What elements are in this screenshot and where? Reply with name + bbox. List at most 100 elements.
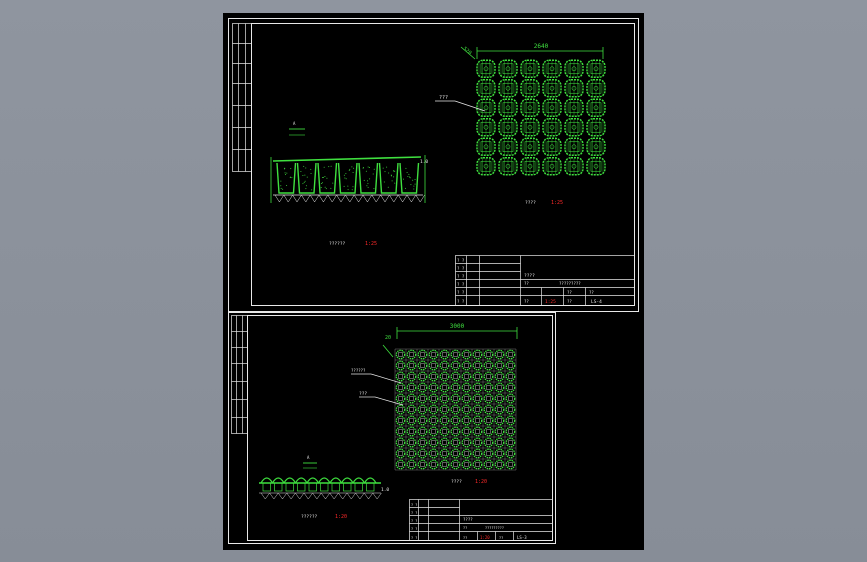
section-pit <box>359 163 378 193</box>
plan-pit <box>484 449 492 457</box>
plan-pit <box>484 350 492 358</box>
sheet-2-leader-text-2: ??? <box>359 391 367 397</box>
plan-pit <box>451 449 459 457</box>
plan-pit <box>506 394 514 402</box>
sheet-1-tb-label: ?? <box>524 281 529 286</box>
plan-pit <box>462 460 470 468</box>
sheet-1-section-pits <box>271 155 425 203</box>
plan-pit <box>506 449 514 457</box>
plan-pit <box>477 80 495 97</box>
plan-pit <box>495 394 503 402</box>
section-pit <box>298 163 317 193</box>
plan-pit <box>418 394 426 402</box>
sheet-2-tb-number: LS-3 <box>517 535 527 540</box>
plan-pit <box>521 80 539 97</box>
plan-pit <box>499 138 517 155</box>
plan-pit <box>484 394 492 402</box>
plan-pit <box>495 427 503 435</box>
plan-pit <box>407 460 415 468</box>
plan-pit <box>495 361 503 369</box>
plan-pit <box>429 350 437 358</box>
plan-pit <box>473 438 481 446</box>
plan-pit <box>462 383 470 391</box>
plan-pit <box>451 438 459 446</box>
sheet-1-plan-scale: 1:25 <box>551 200 563 206</box>
plan-pit <box>495 449 503 457</box>
sheet-1-dim-top-text: 2640 <box>534 43 549 50</box>
sheet-1-binding-strip <box>233 24 252 172</box>
sheet-2-tb-drawing-title: ????????? <box>485 526 504 530</box>
sheet-1-section-caption: ?????? <box>329 241 346 247</box>
plan-pit <box>440 449 448 457</box>
sheet-2-tb-row-5: ? ? <box>411 536 417 540</box>
plan-pit <box>407 361 415 369</box>
plan-pit <box>440 438 448 446</box>
plan-pit <box>462 438 470 446</box>
plan-pit <box>499 119 517 136</box>
sheet-2-tb-row-2: ? ? <box>411 511 417 515</box>
plan-pit <box>473 350 481 358</box>
sheet-1-tb-sheet-label: ?? <box>567 290 572 295</box>
plan-pit <box>396 416 404 424</box>
plan-pit <box>477 119 495 136</box>
plan-pit <box>495 416 503 424</box>
section-pit <box>296 478 308 491</box>
plan-pit <box>451 361 459 369</box>
plan-pit <box>407 405 415 413</box>
plan-pit <box>429 449 437 457</box>
sheet-1-section-view: A 1.0 <box>271 121 428 203</box>
sheet-2-tb-scale-label: ?? <box>463 536 467 540</box>
plan-pit <box>521 60 539 77</box>
plan-pit <box>521 99 539 116</box>
plan-pit <box>462 372 470 380</box>
plan-pit <box>451 372 459 380</box>
section-pit <box>353 478 365 491</box>
plan-pit <box>462 394 470 402</box>
sheet-2-plan-grid <box>395 349 516 470</box>
plan-pit <box>477 138 495 155</box>
plan-pit <box>429 405 437 413</box>
sheet-2-tb-row-1: ? ? <box>411 503 417 507</box>
plan-pit <box>495 460 503 468</box>
plan-pit <box>407 372 415 380</box>
plan-pit <box>506 372 514 380</box>
plan-pit <box>506 438 514 446</box>
sheet-1-title-block: ? ? ? ? ? ? ? ? ? ? ? ? ???? ?? ????????… <box>456 256 635 306</box>
plan-pit <box>440 394 448 402</box>
plan-pit <box>477 99 495 116</box>
plan-pit <box>506 361 514 369</box>
sheet-2-section-view: A 1.0 <box>259 455 389 499</box>
sheet-1-tb-number: LS-4 <box>591 299 602 305</box>
plan-pit <box>418 350 426 358</box>
plan-pit <box>473 372 481 380</box>
plan-pit <box>543 138 561 155</box>
plan-pit <box>484 460 492 468</box>
plan-pit <box>396 438 404 446</box>
section-pit <box>342 478 354 491</box>
plan-pit <box>473 460 481 468</box>
plan-pit <box>473 427 481 435</box>
plan-pit <box>396 361 404 369</box>
section-pit <box>277 163 296 193</box>
section-pit <box>330 478 342 491</box>
section-pit <box>318 163 337 193</box>
section-pit <box>365 478 377 491</box>
sheet-1-tb-drawing-title: ????????? <box>559 281 581 286</box>
sheet-2-binding-strip <box>232 316 248 434</box>
plan-pit <box>429 460 437 468</box>
plan-pit <box>506 416 514 424</box>
plan-pit <box>506 383 514 391</box>
plan-pit <box>484 438 492 446</box>
plan-pit <box>440 350 448 358</box>
drawing-viewport[interactable]: 2640 520 ??? ???? 1:25 A 1.0 ?????? 1:25 <box>223 13 644 550</box>
plan-pit <box>484 427 492 435</box>
plan-pit <box>418 372 426 380</box>
plan-pit <box>407 383 415 391</box>
sheet-2-tb-name: ???? <box>463 517 473 522</box>
plan-pit <box>418 416 426 424</box>
plan-pit <box>484 361 492 369</box>
sheet-2: 3000 20 ?????? ??? ???? 1:20 A 1.0 ?????… <box>229 313 556 544</box>
plan-pit <box>543 80 561 97</box>
sheet-1-tb-row-5: ? ? <box>457 290 465 295</box>
sheet-1-section-scale: 1:25 <box>365 241 377 247</box>
